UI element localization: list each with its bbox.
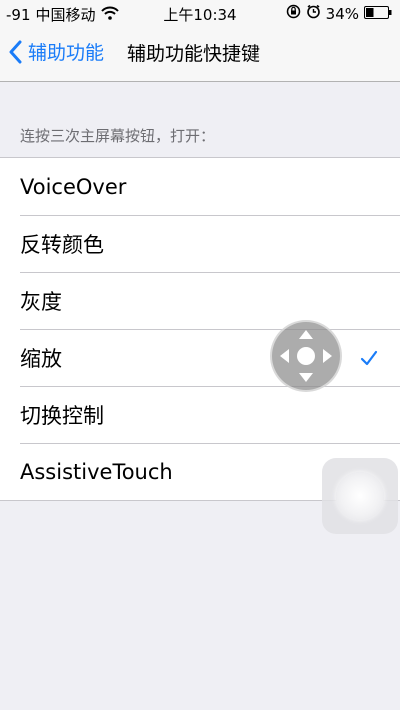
checkmark-icon xyxy=(360,347,378,371)
battery-icon xyxy=(364,5,392,23)
assistivetouch-button[interactable] xyxy=(322,458,398,534)
chevron-left-icon xyxy=(9,40,22,63)
rotation-lock-icon xyxy=(286,4,301,23)
assistivetouch-circle-icon xyxy=(336,472,384,520)
zoom-controller[interactable] xyxy=(270,320,342,392)
back-button-label: 辅助功能 xyxy=(28,42,105,64)
status-right: 34% xyxy=(286,4,392,23)
option-invert-colors[interactable]: 反转颜色 xyxy=(0,215,400,272)
option-voiceover[interactable]: VoiceOver xyxy=(0,158,400,215)
section-header: 连按三次主屏幕按钮，打开： xyxy=(20,127,216,145)
battery-percent: 34% xyxy=(325,4,359,23)
option-label: 切换控制 xyxy=(20,403,104,428)
shortcut-options-list: VoiceOver 反转颜色 灰度 缩放 切换控制 AssistiveTouch xyxy=(0,157,400,501)
option-label: VoiceOver xyxy=(20,174,127,199)
option-label: 灰度 xyxy=(20,289,62,314)
alarm-icon xyxy=(306,4,321,23)
status-bar: -91 中国移动 上午10:34 34% xyxy=(0,0,400,26)
option-label: 反转颜色 xyxy=(20,232,104,257)
page-title: 辅助功能快捷键 xyxy=(127,43,261,65)
option-label: 缩放 xyxy=(20,346,62,371)
option-grayscale[interactable]: 灰度 xyxy=(0,272,400,329)
back-button[interactable]: 辅助功能 xyxy=(8,38,104,65)
option-label: AssistiveTouch xyxy=(20,459,173,484)
option-switch-control[interactable]: 切换控制 xyxy=(0,386,400,443)
navigation-bar: 辅助功能 辅助功能快捷键 xyxy=(0,26,400,82)
directional-pad-icon xyxy=(280,330,332,382)
